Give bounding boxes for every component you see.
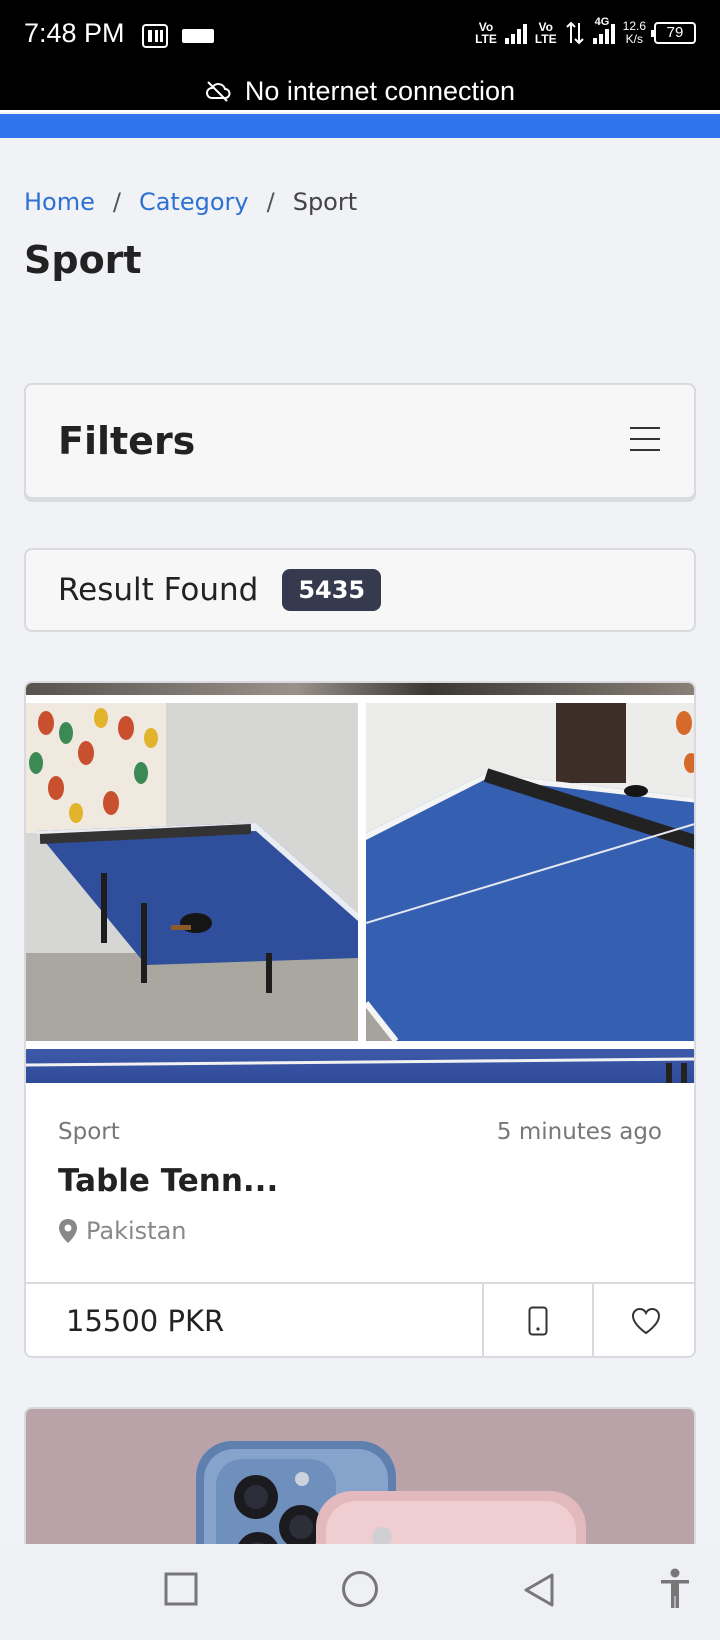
favorite-button[interactable] [592,1284,694,1356]
recents-square-icon[interactable] [164,1572,198,1606]
location-pin-icon [59,1219,77,1243]
offline-text: No internet connection [244,75,516,106]
listing-title[interactable]: Table Tenn... [58,1163,278,1199]
network-type: 4G [594,16,610,28]
offline-banner: No internet connection [0,72,720,112]
breadcrumb-current: Sport [292,188,358,216]
back-triangle-icon[interactable] [522,1572,556,1608]
status-time: 7:48 PM [24,18,125,48]
signal-icon [504,22,527,44]
listing-location-text: Pakistan [86,1217,187,1245]
listing-image-gallery[interactable] [26,683,694,1083]
battery-icon: 79 [651,22,696,44]
cloud-off-icon [205,81,231,102]
result-label: Result Found [58,572,259,608]
network-speed: 12.6 K/s [622,19,646,46]
breadcrumb-separator: / [112,188,121,216]
result-summary: Result Found 5435 [24,548,696,632]
hamburger-menu-icon[interactable] [630,427,660,453]
home-circle-icon[interactable] [341,1570,379,1608]
data-arrows-icon [565,21,584,45]
volte-label: Vo LTE [475,20,497,46]
listing-category: Sport [58,1119,120,1145]
page-title: Sport [24,238,142,282]
result-count-badge: 5435 [282,569,382,611]
listing-image[interactable] [26,703,358,1041]
listing-card[interactable]: Sport 5 minutes ago Table Tenn... Pakist… [24,681,696,1358]
breadcrumb-category-link[interactable]: Category [139,188,249,216]
listing-price: 15500 PKR [66,1304,225,1338]
breadcrumb-separator: / [266,188,275,216]
heart-icon [631,1307,661,1335]
phone-icon [528,1306,548,1336]
filters-panel[interactable]: Filters [24,383,696,499]
listing-image[interactable] [366,703,694,1041]
status-bar: 7:48 PM Vo LTE Vo LTE 4G 12.6 K/s 79 [0,0,720,72]
screen-record-icon [182,29,214,43]
accessibility-icon[interactable] [658,1568,692,1610]
header-accent-bar [0,114,720,138]
volte-label: Vo LTE [534,20,557,46]
breadcrumb: Home / Category / Sport [24,188,357,216]
paytm-icon [142,24,168,48]
system-nav-bar [0,1544,720,1640]
listing-location: Pakistan [58,1217,187,1245]
listing-time: 5 minutes ago [496,1119,662,1145]
call-button[interactable] [482,1284,592,1356]
filters-title: Filters [58,419,196,463]
listing-footer: 15500 PKR [26,1282,694,1356]
breadcrumb-home-link[interactable]: Home [24,188,95,216]
